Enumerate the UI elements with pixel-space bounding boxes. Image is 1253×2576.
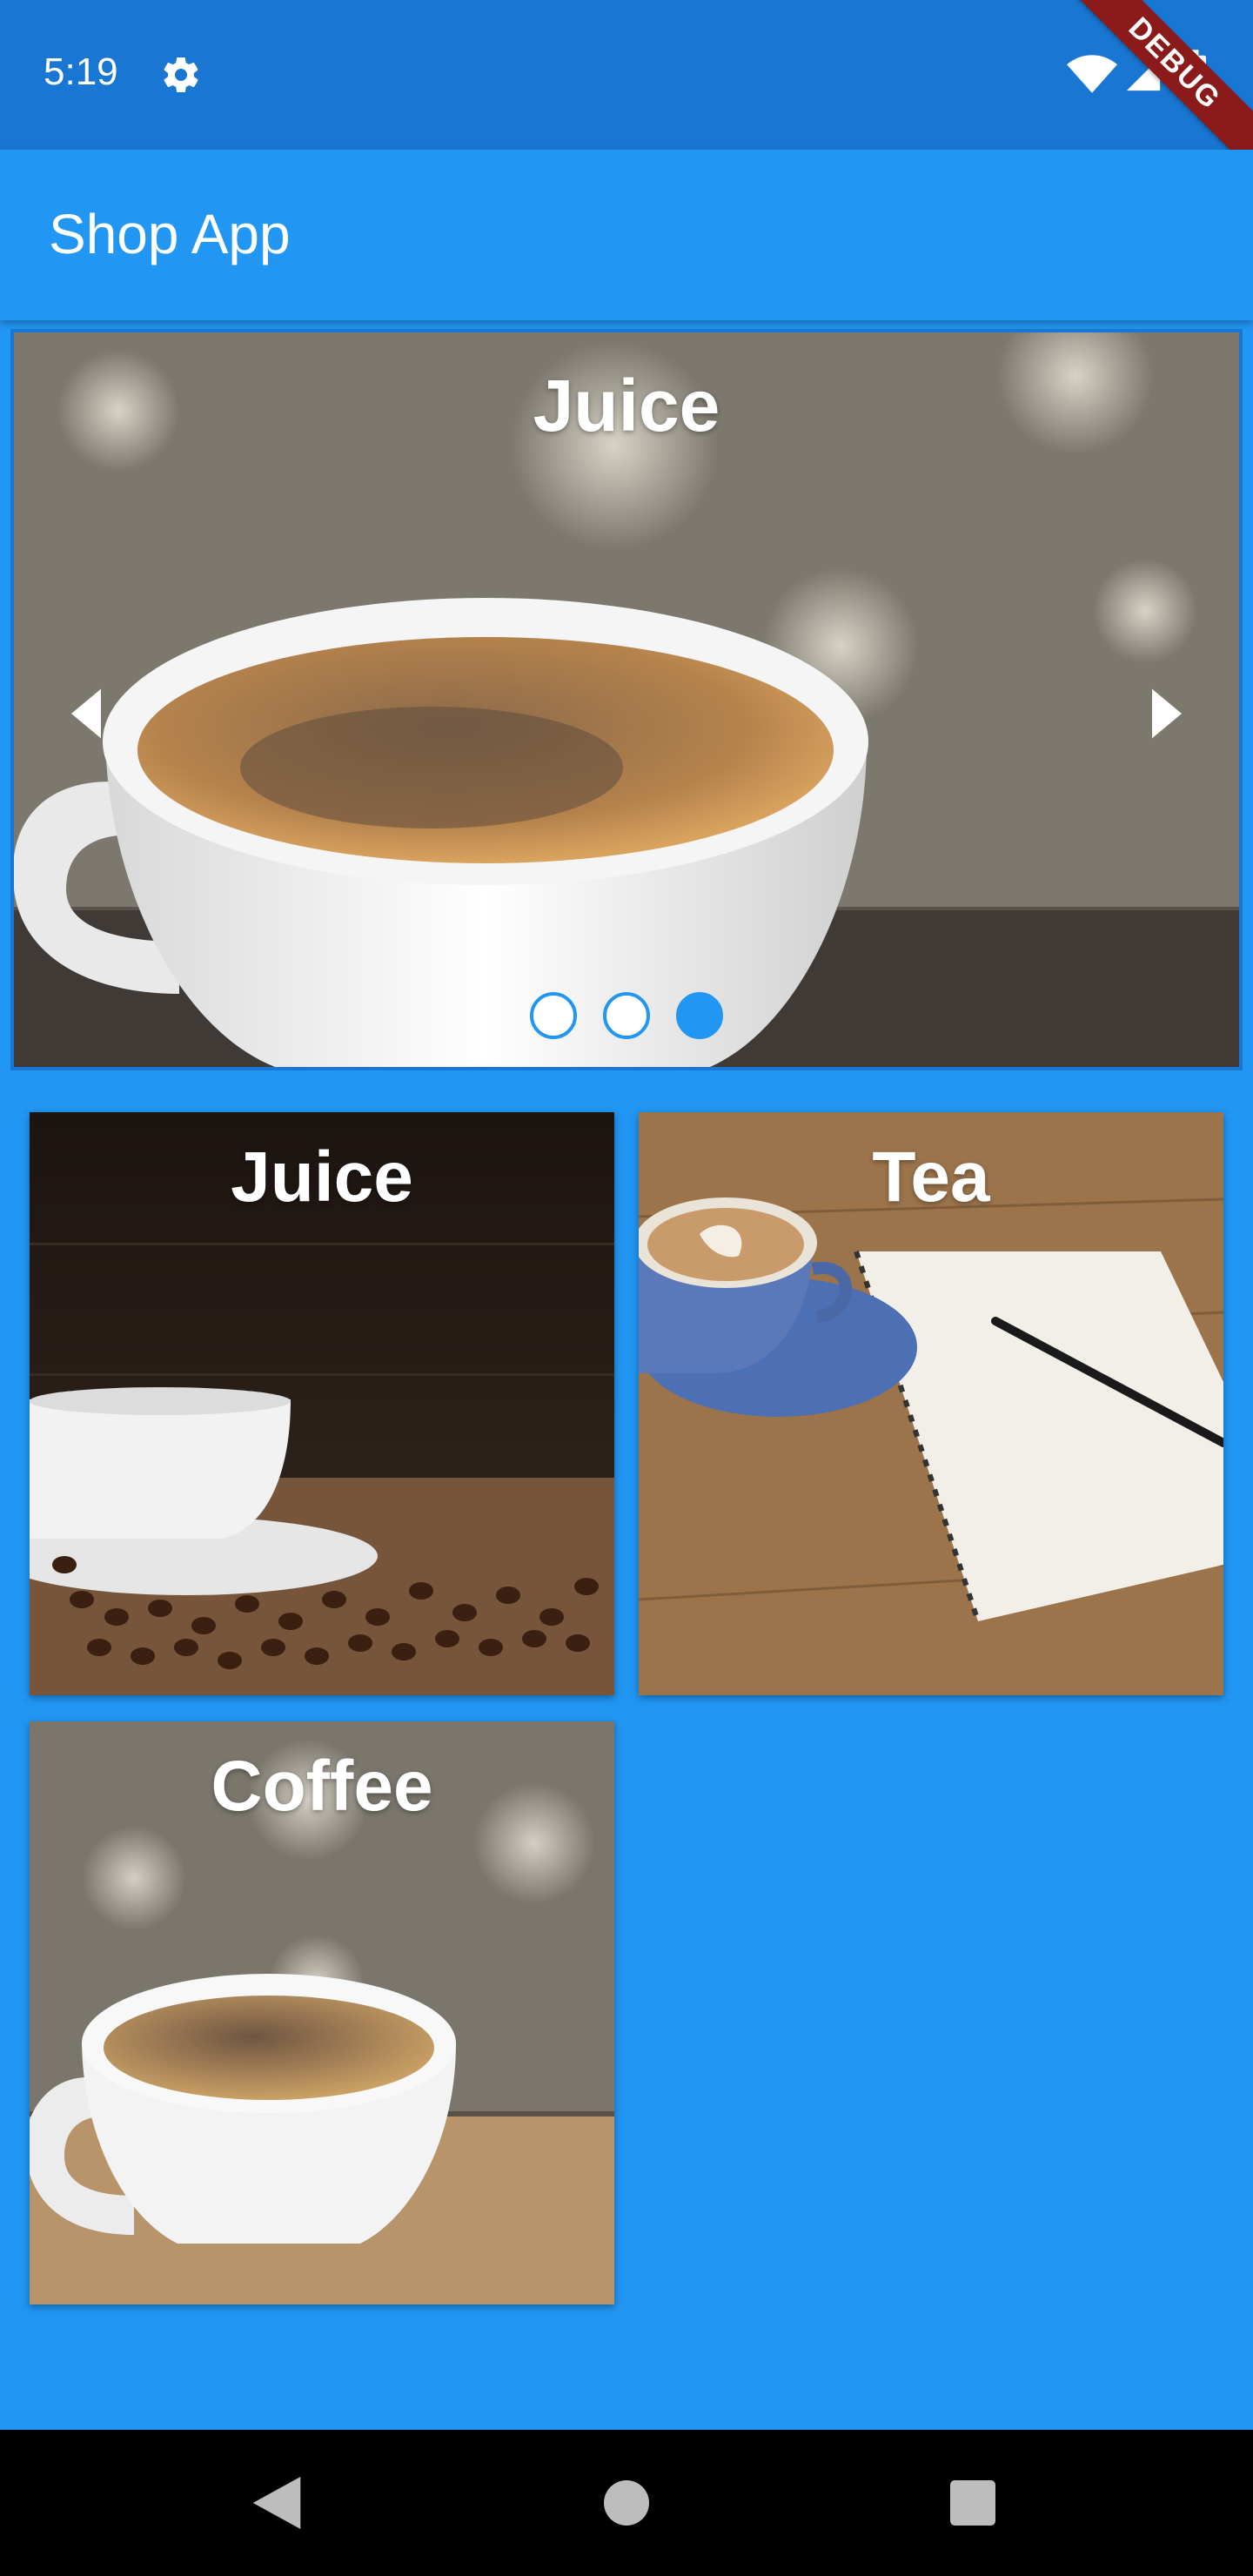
tile-title: Tea bbox=[872, 1137, 990, 1217]
image-carousel[interactable]: Juice bbox=[10, 329, 1243, 1070]
arrow-left-icon[interactable] bbox=[71, 688, 101, 740]
system-nav-bar bbox=[0, 2430, 1253, 2576]
carousel-dot-2[interactable] bbox=[603, 992, 650, 1039]
nav-home-icon[interactable] bbox=[604, 2480, 649, 2526]
nav-back-icon[interactable] bbox=[252, 2477, 301, 2529]
product-tile-juice[interactable]: Juice bbox=[30, 1112, 614, 1695]
arrow-right-icon[interactable] bbox=[1152, 688, 1182, 740]
status-bar: 5:19 DEBUG bbox=[0, 0, 1253, 203]
carousel-title: Juice bbox=[533, 365, 720, 446]
app-title: Shop App bbox=[49, 203, 291, 265]
product-tile-coffee[interactable]: Coffee bbox=[30, 1721, 614, 2304]
tile-title: Coffee bbox=[211, 1747, 433, 1826]
wifi-icon bbox=[1067, 55, 1117, 93]
product-tile-tea[interactable]: Tea bbox=[639, 1112, 1223, 1695]
status-time: 5:19 bbox=[44, 50, 118, 93]
app-bar: Shop App bbox=[0, 150, 1253, 320]
carousel-dot-3[interactable] bbox=[676, 992, 723, 1039]
carousel-dot-1[interactable] bbox=[530, 992, 577, 1039]
carousel-indicators bbox=[14, 992, 1239, 1039]
nav-recents-icon[interactable] bbox=[950, 2480, 995, 2526]
gear-icon bbox=[164, 57, 198, 93]
tile-title: Juice bbox=[231, 1137, 413, 1217]
